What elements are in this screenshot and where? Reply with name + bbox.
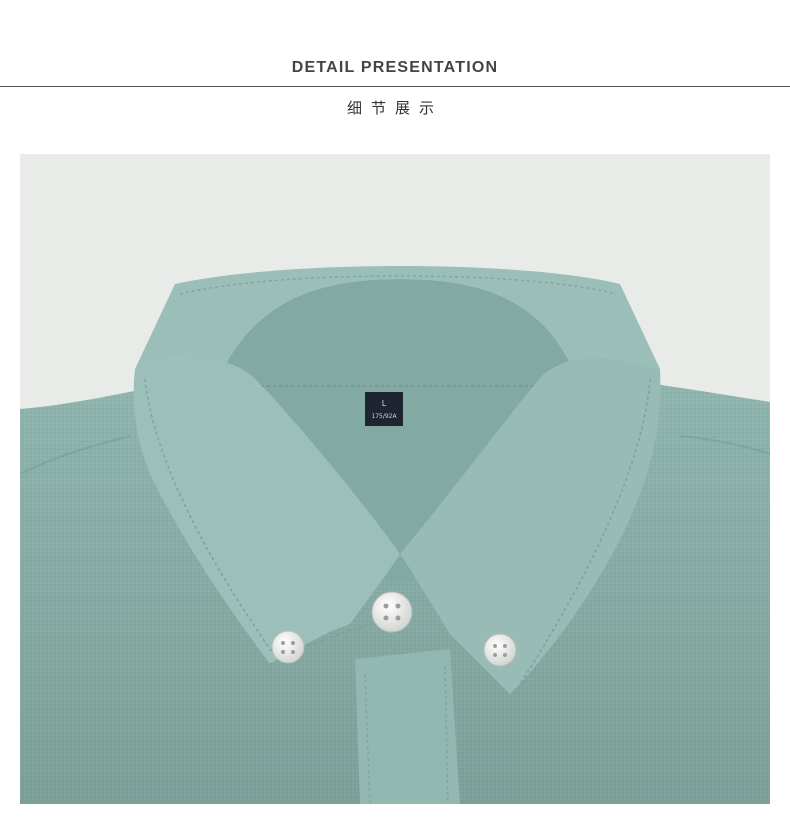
size-label-text: L [382,399,387,408]
size-label-subtext: 175/92A [371,413,397,420]
shirt-collar-illustration: L 175/92A [20,154,770,804]
size-label [365,392,403,426]
section-title: DETAIL PRESENTATION [291,59,499,76]
collar-button-right [483,633,517,667]
neck-button [371,591,413,633]
title-divider [0,86,790,87]
section-subtitle: 细节展示 [346,99,443,117]
product-detail-photo: L 175/92A [20,154,770,804]
collar-button-left [271,630,305,664]
